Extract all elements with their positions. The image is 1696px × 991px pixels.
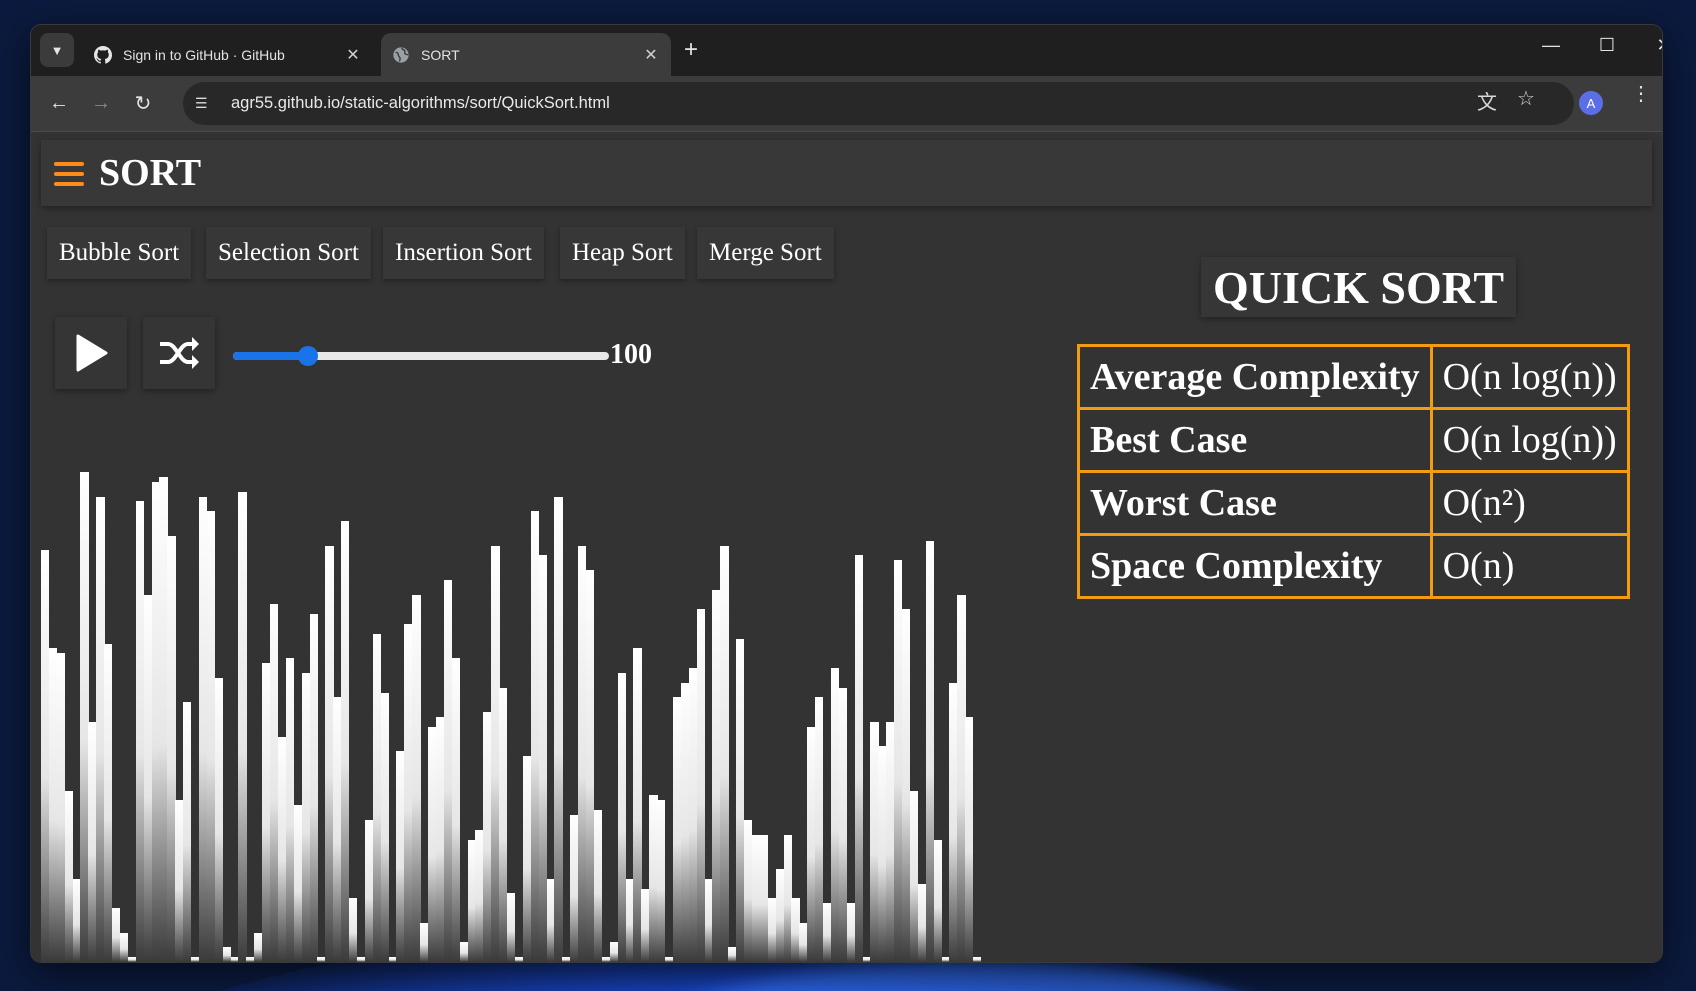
more-menu-icon[interactable]: ⋮ bbox=[1631, 84, 1651, 104]
tab-github[interactable]: Sign in to GitHub · GitHub ✕ bbox=[83, 33, 373, 76]
bookmark-star-icon[interactable]: ☆ bbox=[1517, 86, 1535, 111]
array-bar bbox=[507, 893, 516, 962]
browser-toolbar: ← → ↻ ☰ agr55.github.io/static-algorithm… bbox=[31, 76, 1662, 132]
slider-value: 100 bbox=[610, 339, 652, 370]
array-bar bbox=[412, 594, 421, 962]
array-bar bbox=[965, 717, 974, 962]
page-content: SORT Bubble Sort Selection Sort Insertio… bbox=[31, 132, 1662, 962]
array-bar bbox=[183, 702, 192, 962]
table-row: Space Complexity O(n) bbox=[1077, 533, 1630, 599]
tab-search-button[interactable]: ▼ bbox=[40, 33, 74, 67]
complexity-label: Average Complexity bbox=[1077, 344, 1433, 410]
array-bar bbox=[657, 800, 666, 962]
close-icon[interactable]: ✕ bbox=[639, 45, 663, 65]
reload-icon[interactable]: ↻ bbox=[129, 89, 157, 117]
complexity-value: O(n log(n)) bbox=[1429, 344, 1630, 410]
profile-avatar[interactable]: A bbox=[1579, 91, 1603, 115]
nav-insertion-sort[interactable]: Insertion Sort bbox=[383, 227, 544, 279]
tab-strip: ▼ Sign in to GitHub · GitHub ✕ SORT ✕ + … bbox=[31, 25, 1662, 76]
shuffle-icon bbox=[160, 337, 199, 369]
hamburger-menu-icon[interactable] bbox=[54, 162, 84, 186]
complexity-value: O(n) bbox=[1429, 533, 1630, 599]
url-text: agr55.github.io/static-algorithms/sort/Q… bbox=[231, 94, 610, 112]
array-bar bbox=[451, 658, 461, 962]
slider-fill bbox=[233, 352, 309, 360]
new-tab-button[interactable]: + bbox=[684, 38, 698, 62]
array-bar bbox=[554, 496, 563, 962]
play-icon bbox=[76, 334, 108, 372]
table-row: Best Case O(n log(n)) bbox=[1077, 407, 1630, 473]
array-bar bbox=[593, 810, 603, 962]
chevron-down-icon: ▼ bbox=[50, 42, 64, 58]
table-row: Worst Case O(n²) bbox=[1077, 470, 1630, 536]
array-bar bbox=[933, 839, 942, 962]
shuffle-button[interactable] bbox=[143, 317, 215, 389]
complexity-value: O(n²) bbox=[1429, 470, 1630, 536]
back-icon[interactable]: ← bbox=[45, 89, 73, 117]
table-row: Average Complexity O(n log(n)) bbox=[1077, 344, 1630, 410]
github-icon bbox=[93, 45, 113, 65]
app-title: SORT bbox=[99, 152, 202, 194]
array-bar bbox=[854, 555, 863, 962]
nav-bubble-sort[interactable]: Bubble Sort bbox=[47, 227, 192, 279]
nav-selection-sort[interactable]: Selection Sort bbox=[206, 227, 371, 279]
browser-window: ▼ Sign in to GitHub · GitHub ✕ SORT ✕ + … bbox=[31, 25, 1662, 962]
minimize-icon[interactable]: — bbox=[1531, 35, 1571, 56]
array-bar bbox=[214, 677, 224, 962]
complexity-table: Average Complexity O(n log(n)) Best Case… bbox=[1077, 344, 1630, 599]
complexity-value: O(n log(n)) bbox=[1429, 407, 1630, 473]
complexity-label: Best Case bbox=[1077, 407, 1433, 473]
complexity-label: Worst Case bbox=[1077, 470, 1433, 536]
close-icon[interactable]: ✕ bbox=[341, 45, 365, 65]
globe-icon bbox=[391, 45, 411, 65]
play-button[interactable] bbox=[55, 317, 127, 389]
array-bar bbox=[973, 957, 982, 962]
nav-heap-sort[interactable]: Heap Sort bbox=[560, 227, 685, 279]
maximize-icon[interactable]: ☐ bbox=[1587, 35, 1627, 56]
forward-icon[interactable]: → bbox=[87, 89, 115, 117]
translate-icon[interactable]: 文 bbox=[1477, 86, 1497, 115]
tab-sort[interactable]: SORT ✕ bbox=[381, 33, 671, 76]
array-bar bbox=[349, 898, 358, 962]
array-bar bbox=[720, 545, 729, 962]
tab-title: SORT bbox=[421, 46, 460, 63]
array-bar bbox=[380, 692, 389, 962]
slider-thumb[interactable] bbox=[298, 346, 319, 366]
array-bar bbox=[309, 614, 318, 962]
algorithm-title: QUICK SORT bbox=[1201, 257, 1517, 317]
tab-title: Sign in to GitHub · GitHub bbox=[123, 46, 285, 63]
speed-slider[interactable] bbox=[233, 346, 609, 366]
array-bar bbox=[341, 521, 350, 962]
app-header: SORT bbox=[41, 140, 1652, 206]
array-visualization bbox=[41, 472, 982, 962]
site-info-icon[interactable]: ☰ bbox=[195, 95, 219, 112]
array-bar bbox=[238, 491, 247, 962]
complexity-label: Space Complexity bbox=[1077, 533, 1433, 599]
nav-merge-sort[interactable]: Merge Sort bbox=[697, 227, 834, 279]
address-bar[interactable]: ☰ agr55.github.io/static-algorithms/sort… bbox=[183, 82, 1574, 125]
close-window-icon[interactable]: ✕ bbox=[1644, 35, 1662, 56]
